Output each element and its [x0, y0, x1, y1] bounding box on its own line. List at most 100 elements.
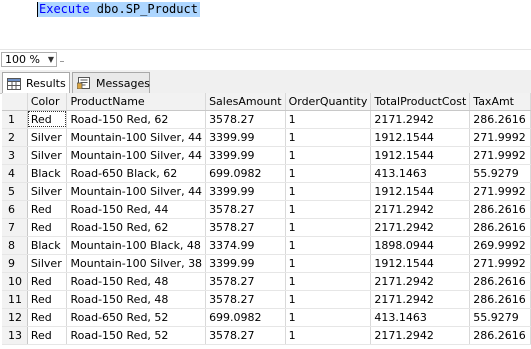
table-cell[interactable]: 413.1463 [370, 308, 471, 327]
column-header[interactable]: ProductName [66, 93, 207, 111]
table-cell[interactable]: Silver [27, 146, 68, 165]
table-cell[interactable]: 1 [285, 200, 372, 219]
table-cell[interactable]: 1 [285, 236, 372, 255]
row-number[interactable]: 4 [2, 164, 28, 183]
query-editor[interactable]: Execute dbo.SP_Product [0, 0, 531, 49]
table-cell[interactable]: 271.9992 [469, 128, 531, 147]
table-cell[interactable]: 3399.99 [205, 182, 286, 201]
row-number[interactable]: 12 [2, 308, 28, 327]
table-cell[interactable]: 2171.2942 [370, 290, 471, 309]
table-cell[interactable]: Red [27, 218, 68, 237]
tab-results[interactable]: Results [2, 72, 70, 94]
table-cell[interactable]: 3578.27 [205, 272, 286, 291]
table-cell[interactable]: 286.2616 [469, 326, 531, 345]
table-cell[interactable]: Red [27, 200, 68, 219]
table-cell[interactable]: 271.9992 [469, 254, 531, 273]
table-cell[interactable]: Mountain-100 Black, 48 [66, 236, 207, 255]
table-cell[interactable]: 271.9992 [469, 146, 531, 165]
table-cell[interactable]: Mountain-100 Silver, 44 [66, 146, 207, 165]
table-cell[interactable]: 1 [285, 182, 372, 201]
results-grid[interactable]: Color ProductName SalesAmount OrderQuant… [2, 93, 531, 349]
table-cell[interactable]: 699.0982 [205, 308, 286, 327]
row-number[interactable]: 7 [2, 218, 28, 237]
table-cell[interactable]: Road-150 Red, 52 [66, 326, 207, 345]
table-cell[interactable]: Silver [27, 128, 68, 147]
query-text[interactable]: Execute dbo.SP_Product [38, 2, 200, 17]
row-number[interactable]: 1 [2, 110, 28, 129]
table-cell[interactable]: 2171.2942 [370, 110, 471, 129]
table-row[interactable]: 7 Red Road-150 Red, 62 3578.27 1 2171.2942 286… [2, 218, 531, 237]
table-cell[interactable]: 286.2616 [469, 218, 531, 237]
table-cell[interactable]: Black [27, 236, 68, 255]
table-cell[interactable]: 3399.99 [205, 254, 286, 273]
table-row[interactable]: 11 Red Road-150 Red, 48 3578.27 1 2171.2942 28… [2, 290, 531, 309]
table-cell[interactable]: Red [27, 308, 68, 327]
table-cell[interactable]: Road-150 Red, 62 [66, 218, 207, 237]
row-number[interactable]: 11 [2, 290, 28, 309]
table-row[interactable]: 5 Silver Mountain-100 Silver, 44 3399.99 1 19… [2, 182, 531, 201]
table-cell[interactable]: 2171.2942 [370, 218, 471, 237]
table-cell[interactable]: Red [27, 326, 68, 345]
column-header[interactable]: SalesAmount [205, 93, 286, 111]
table-cell[interactable]: Silver [27, 254, 68, 273]
table-cell[interactable]: Black [27, 164, 68, 183]
table-row[interactable]: 1 Red Road-150 Red, 62 3578.27 1 2171.2942 286… [2, 110, 531, 129]
column-header[interactable]: TaxAmt [469, 93, 531, 111]
table-row[interactable]: 3 Silver Mountain-100 Silver, 44 3399.99 1 19… [2, 146, 531, 165]
table-cell[interactable]: 1912.1544 [370, 254, 471, 273]
table-cell[interactable]: 3374.99 [205, 236, 286, 255]
row-number[interactable]: 6 [2, 200, 28, 219]
row-number[interactable]: 9 [2, 254, 28, 273]
table-cell[interactable]: 1912.1544 [370, 128, 471, 147]
table-cell[interactable]: 286.2616 [469, 200, 531, 219]
table-cell[interactable]: 3578.27 [205, 290, 286, 309]
table-cell[interactable]: 1 [285, 164, 372, 183]
table-cell[interactable]: 2171.2942 [370, 326, 471, 345]
table-cell[interactable]: 1 [285, 290, 372, 309]
table-cell[interactable]: 286.2616 [469, 272, 531, 291]
table-cell[interactable]: 413.1463 [370, 164, 471, 183]
table-cell[interactable]: 1 [285, 128, 372, 147]
row-number[interactable]: 13 [2, 326, 28, 345]
table-cell[interactable]: 1 [285, 254, 372, 273]
table-cell[interactable]: Road-150 Red, 48 [66, 290, 207, 309]
table-row[interactable]: 9 Silver Mountain-100 Silver, 38 3399.99 1 19… [2, 254, 531, 273]
table-cell[interactable]: 1 [285, 308, 372, 327]
table-cell[interactable]: 3399.99 [205, 128, 286, 147]
table-row[interactable]: 8 Black Mountain-100 Black, 48 3374.99 1 1898… [2, 236, 531, 255]
table-cell[interactable]: 1 [285, 146, 372, 165]
column-header[interactable]: OrderQuantity [285, 93, 372, 111]
table-row[interactable]: 13 Red Road-150 Red, 52 3578.27 1 2171.2942 28… [2, 326, 531, 345]
table-cell[interactable]: Road-150 Red, 62 [66, 110, 207, 129]
table-cell[interactable]: Silver [27, 182, 68, 201]
table-cell[interactable]: Road-150 Red, 48 [66, 272, 207, 291]
table-row[interactable]: 6 Red Road-150 Red, 44 3578.27 1 2171.2942 286… [2, 200, 531, 219]
table-cell[interactable]: 2171.2942 [370, 272, 471, 291]
row-number[interactable]: 5 [2, 182, 28, 201]
table-row[interactable]: 4 Black Road-650 Black, 62 699.0982 1 413.146… [2, 164, 531, 183]
table-cell[interactable]: 3578.27 [205, 218, 286, 237]
row-number[interactable]: 3 [2, 146, 28, 165]
table-cell[interactable]: 2171.2942 [370, 200, 471, 219]
table-cell[interactable]: 3578.27 [205, 200, 286, 219]
table-cell[interactable]: 1 [285, 218, 372, 237]
row-number[interactable]: 2 [2, 128, 28, 147]
table-cell[interactable]: 3578.27 [205, 326, 286, 345]
table-cell[interactable]: Road-650 Black, 62 [66, 164, 207, 183]
table-cell[interactable]: Mountain-100 Silver, 44 [66, 182, 207, 201]
column-header[interactable]: TotalProductCost [370, 93, 471, 111]
table-row[interactable]: 2 Silver Mountain-100 Silver, 44 3399.99 1 19… [2, 128, 531, 147]
table-cell[interactable]: Red [27, 110, 68, 129]
table-cell[interactable]: Road-650 Red, 52 [66, 308, 207, 327]
table-cell[interactable]: Red [27, 272, 68, 291]
table-cell[interactable]: 271.9992 [469, 182, 531, 201]
table-cell[interactable]: 55.9279 [469, 308, 531, 327]
table-cell[interactable]: 1898.0944 [370, 236, 471, 255]
table-cell[interactable]: 699.0982 [205, 164, 286, 183]
row-number[interactable]: 8 [2, 236, 28, 255]
table-cell[interactable]: Red [27, 290, 68, 309]
table-cell[interactable]: 286.2616 [469, 290, 531, 309]
table-cell[interactable]: 1 [285, 326, 372, 345]
table-cell[interactable]: 1912.1544 [370, 146, 471, 165]
table-row[interactable]: 10 Red Road-150 Red, 48 3578.27 1 2171.2942 28… [2, 272, 531, 291]
